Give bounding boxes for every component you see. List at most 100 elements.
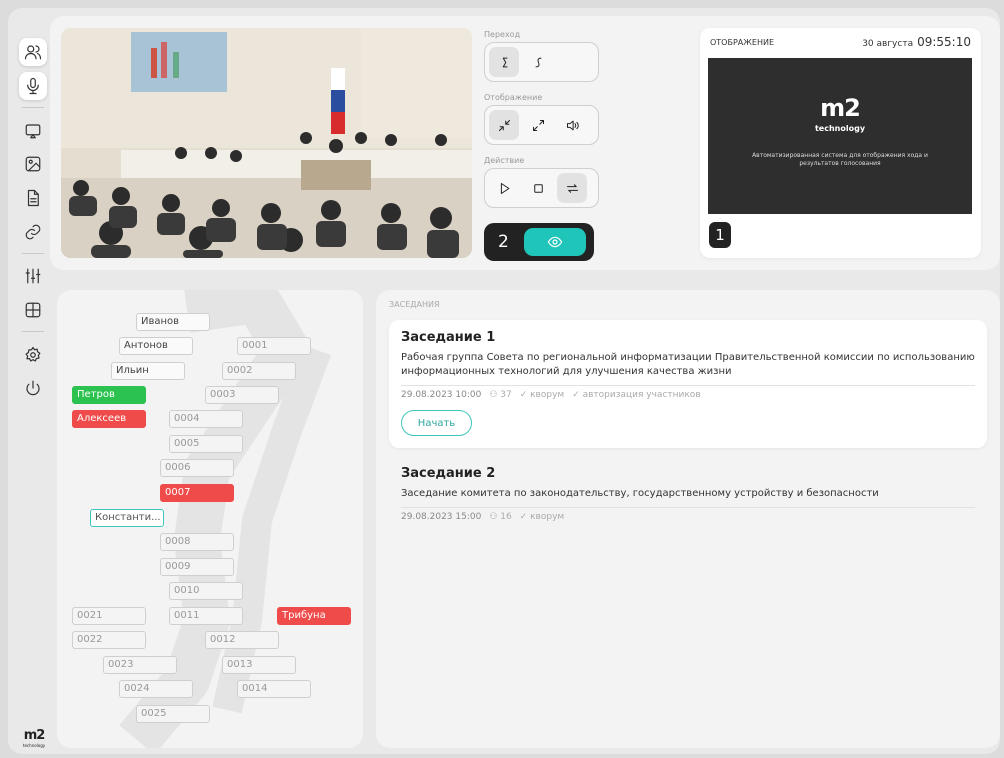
display-group (484, 105, 599, 145)
seat[interactable]: Константи... (90, 509, 164, 527)
sidebar-divider (22, 253, 44, 254)
transition-cut-icon[interactable] (489, 47, 519, 77)
seat[interactable]: 0022 (72, 631, 146, 649)
display-screen: m2 technology Автоматизированная система… (708, 58, 972, 214)
quorum-label: кворум (530, 512, 565, 522)
stop-icon[interactable] (523, 173, 553, 203)
settings-icon[interactable] (19, 341, 47, 369)
start-button[interactable]: Начать (401, 410, 472, 436)
link-icon[interactable] (19, 218, 47, 246)
power-icon[interactable] (19, 374, 47, 402)
seat[interactable]: Антонов (119, 337, 193, 355)
seat[interactable]: 0002 (222, 362, 296, 380)
seat[interactable]: 0014 (237, 680, 311, 698)
sidebar-divider (22, 331, 44, 332)
sessions-title: ЗАСЕДАНИЯ (389, 300, 440, 309)
screen-cast-icon[interactable] (19, 117, 47, 145)
action-group (484, 168, 599, 208)
participants-value: 16 (500, 512, 512, 522)
session-title: Заседание 2 (401, 466, 496, 481)
minimize-icon[interactable] (489, 110, 519, 140)
document-icon[interactable] (19, 184, 47, 212)
screen-2-number: 2 (498, 232, 509, 252)
sound-icon[interactable] (557, 110, 587, 140)
repeat-icon[interactable] (557, 173, 587, 203)
session-title: Заседание 1 (401, 330, 496, 345)
sessions-panel: ЗАСЕДАНИЯ Заседание 1 Рабочая группа Сов… (376, 290, 1000, 748)
seat[interactable]: Петров (72, 386, 146, 404)
play-icon[interactable] (489, 173, 519, 203)
grid-icon[interactable] (19, 296, 47, 324)
session-meta: 29.08.2023 15:00 ⚇ 16 ✓ кворум (401, 507, 975, 522)
display-logo-subtitle: technology (814, 124, 866, 133)
display-time: 09:55:10 (917, 35, 971, 49)
logo-subtitle: technology (22, 743, 46, 748)
participants-icon[interactable] (19, 38, 47, 66)
seat[interactable]: Ильин (111, 362, 185, 380)
check-icon: ✓ (572, 390, 583, 400)
seat[interactable]: Иванов (136, 313, 210, 331)
seat[interactable]: 0009 (160, 558, 234, 576)
seat[interactable]: 0005 (169, 435, 243, 453)
control-panel: Переход Отображение Действие (484, 30, 599, 219)
seat[interactable]: 0004 (169, 410, 243, 428)
seat[interactable]: Алексеев (72, 410, 146, 428)
seat[interactable]: 0010 (169, 582, 243, 600)
sidebar-divider (22, 107, 44, 108)
session-card[interactable]: Заседание 1 Рабочая группа Совета по рег… (389, 320, 987, 448)
display-datetime: 30 августа 09:55:10 (862, 35, 971, 49)
transition-label: Переход (484, 30, 521, 39)
transition-group (484, 42, 599, 82)
seat[interactable]: Трибуна (277, 607, 351, 625)
display-preview: ОТОБРАЖЕНИЕ 30 августа 09:55:10 m2 techno… (700, 28, 981, 258)
seat[interactable]: 0003 (205, 386, 279, 404)
session-meta: 29.08.2023 10:00 ⚇ 37 ✓ кворум ✓ авториз… (401, 385, 975, 400)
eye-icon (547, 236, 563, 248)
visibility-button[interactable] (524, 228, 586, 256)
session-description: Рабочая группа Совета по региональной ин… (401, 352, 975, 377)
session-datetime: 29.08.2023 10:00 (401, 390, 482, 400)
session-card[interactable]: Заседание 2 Заседание комитета по законо… (389, 456, 987, 522)
display-header: ОТОБРАЖЕНИЕ (710, 38, 774, 47)
seat[interactable]: 0013 (222, 656, 296, 674)
seat[interactable]: 0001 (237, 337, 311, 355)
auth-label: авторизация участников (582, 390, 701, 400)
top-panel: Переход Отображение Действие 2 ОТОБРАЖЕН… (50, 16, 1000, 270)
session-description: Заседание комитета по законодательству, … (401, 488, 879, 499)
video-feed (61, 28, 472, 258)
display-description: Автоматизированная система для отображен… (752, 152, 928, 167)
display-date: 30 августа (862, 39, 914, 49)
session-datetime: 29.08.2023 15:00 (401, 512, 482, 522)
seat[interactable]: 0007 (160, 484, 234, 502)
auth-tag: ✓ авторизация участников (572, 390, 700, 400)
seat[interactable]: 0025 (136, 705, 210, 723)
seat[interactable]: 0024 (119, 680, 193, 698)
participants-value: 37 (500, 390, 512, 400)
screen-1-badge[interactable]: 1 (709, 222, 731, 248)
transition-fade-icon[interactable] (523, 47, 553, 77)
maximize-icon[interactable] (523, 110, 553, 140)
participants-count: ⚇ 37 (489, 390, 511, 400)
seat[interactable]: 0006 (160, 459, 234, 477)
seat[interactable]: 0011 (169, 607, 243, 625)
participants-count: ⚇ 16 (489, 512, 511, 522)
seat[interactable]: 0023 (103, 656, 177, 674)
people-icon: ⚇ (489, 512, 501, 522)
sliders-icon[interactable] (19, 262, 47, 290)
check-icon: ✓ (519, 512, 531, 522)
sidebar: m2 technology (18, 38, 48, 754)
image-icon[interactable] (19, 150, 47, 178)
quorum-tag: ✓ кворум (520, 512, 564, 522)
action-label: Действие (484, 156, 525, 165)
sidebar-logo: m2 technology (20, 728, 48, 748)
seat[interactable]: 0021 (72, 607, 146, 625)
microphone-icon[interactable] (19, 72, 47, 100)
check-icon: ✓ (519, 390, 531, 400)
seat[interactable]: 0012 (205, 631, 279, 649)
display-label: Отображение (484, 93, 543, 102)
seating-plan: Иванов Антонов 0001 Ильин 0002 Петров 0003 Алек… (57, 290, 363, 748)
quorum-tag: ✓ кворум (520, 390, 564, 400)
display-logo: m2 (820, 94, 861, 122)
seat[interactable]: 0008 (160, 533, 234, 551)
people-icon: ⚇ (489, 390, 501, 400)
